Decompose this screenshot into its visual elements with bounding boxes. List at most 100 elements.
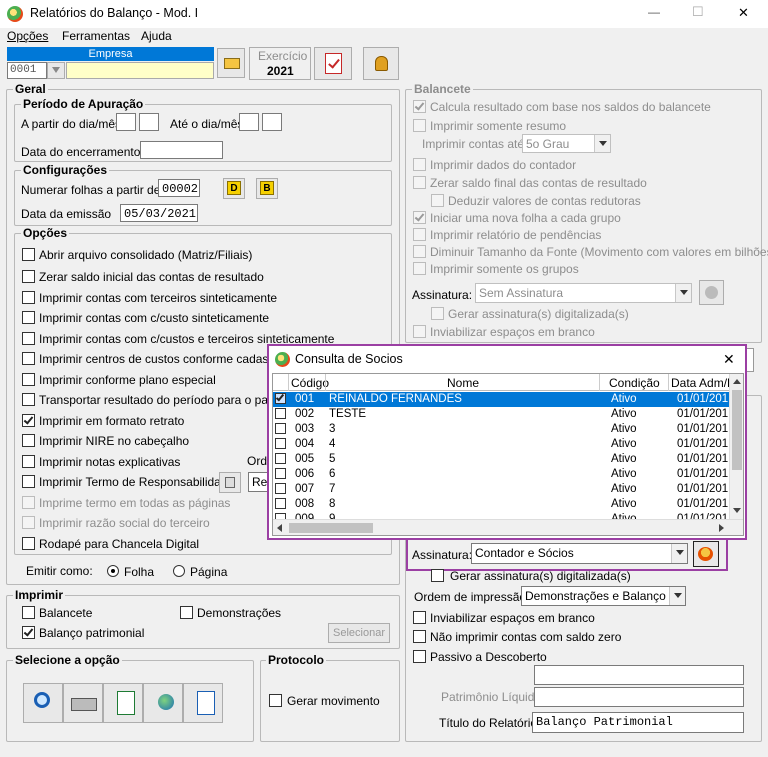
close-button[interactable]: ✕ bbox=[738, 5, 749, 21]
opcao-checkbox[interactable] bbox=[22, 248, 35, 261]
header-condicao[interactable]: Condição bbox=[609, 376, 660, 390]
row-checkbox[interactable] bbox=[275, 498, 286, 509]
periodo-to-day[interactable] bbox=[239, 113, 259, 131]
numerar-field[interactable]: 00002 bbox=[158, 179, 200, 197]
balancete-option-checkbox[interactable] bbox=[413, 211, 426, 224]
scroll-right-icon[interactable] bbox=[719, 524, 724, 532]
confirm-button[interactable] bbox=[314, 47, 352, 80]
periodo-to-month[interactable] bbox=[262, 113, 282, 131]
balanco-gerar-checkbox[interactable] bbox=[431, 569, 444, 582]
table-row[interactable]: 002 TESTE Ativo 01/01/201 bbox=[273, 407, 731, 422]
vertical-scrollbar[interactable] bbox=[729, 374, 743, 519]
opcao-checkbox[interactable] bbox=[22, 496, 35, 509]
header-nome[interactable]: Nome bbox=[447, 376, 479, 390]
opcao-checkbox[interactable] bbox=[22, 352, 35, 365]
print-button[interactable] bbox=[63, 683, 103, 723]
web-button[interactable] bbox=[143, 683, 183, 723]
row-checkbox[interactable] bbox=[275, 468, 286, 479]
menu-opcoes[interactable]: Opções bbox=[7, 29, 48, 43]
row-checkbox[interactable] bbox=[275, 423, 286, 434]
opcao-checkbox[interactable] bbox=[22, 393, 35, 406]
balancete-option-checkbox[interactable] bbox=[413, 228, 426, 241]
folha-radio[interactable] bbox=[107, 565, 119, 577]
table-row[interactable]: 001 REINALDO FERNANDES Ativo 01/01/201 bbox=[273, 392, 731, 407]
balancete-signers-button[interactable] bbox=[699, 280, 724, 305]
open-folder-button[interactable] bbox=[217, 48, 245, 78]
table-row[interactable]: 005 5 Ativo 01/01/201 bbox=[273, 452, 731, 467]
row-checkbox[interactable] bbox=[275, 453, 286, 464]
opcao-checkbox[interactable] bbox=[22, 311, 35, 324]
balancete-inviabilizar-checkbox[interactable] bbox=[413, 325, 426, 338]
periodo-from-day[interactable] bbox=[116, 113, 136, 131]
horizontal-scrollbar[interactable] bbox=[273, 519, 743, 535]
menu-ferramentas[interactable]: Ferramentas bbox=[62, 29, 130, 43]
opcao-checkbox[interactable] bbox=[22, 332, 35, 345]
opcao-checkbox[interactable] bbox=[22, 373, 35, 386]
pagina-radio[interactable] bbox=[173, 565, 185, 577]
titulo-field[interactable]: Balanço Patrimonial bbox=[532, 712, 744, 733]
passivo-checkbox[interactable] bbox=[413, 650, 426, 663]
menu-ajuda[interactable]: Ajuda bbox=[141, 29, 172, 43]
dialog-close-button[interactable]: ✕ bbox=[723, 351, 735, 368]
patrimonio-field[interactable] bbox=[534, 687, 744, 707]
excel-button[interactable] bbox=[103, 683, 143, 723]
table-row[interactable]: 004 4 Ativo 01/01/201 bbox=[273, 437, 731, 452]
table-row[interactable]: 003 3 Ativo 01/01/201 bbox=[273, 422, 731, 437]
emissao-field[interactable]: 05/03/2021 bbox=[120, 204, 198, 222]
scroll-left-icon[interactable] bbox=[277, 524, 282, 532]
maximize-button[interactable]: ☐ bbox=[692, 4, 704, 20]
opcao-checkbox[interactable] bbox=[22, 270, 35, 283]
periodo-from-month[interactable] bbox=[139, 113, 159, 131]
empresa-spin-button[interactable] bbox=[47, 62, 65, 79]
table-row[interactable]: 009 9 Ativo 01/01/201 bbox=[273, 512, 731, 519]
row-checkbox[interactable] bbox=[275, 392, 286, 404]
calcula-checkbox[interactable] bbox=[413, 100, 426, 113]
row-checkbox[interactable] bbox=[275, 408, 286, 419]
table-row[interactable]: 007 7 Ativo 01/01/201 bbox=[273, 482, 731, 497]
preview-button[interactable] bbox=[23, 683, 63, 723]
header-codigo[interactable]: Código bbox=[291, 376, 329, 390]
empresa-name-field[interactable] bbox=[66, 62, 214, 79]
balancete-option-checkbox[interactable] bbox=[413, 245, 426, 258]
contas-combo[interactable]: 5o Grau bbox=[522, 134, 611, 153]
passivo-field[interactable] bbox=[534, 665, 744, 685]
demonstracoes-checkbox[interactable] bbox=[180, 606, 193, 619]
gerar-movimento-checkbox[interactable] bbox=[269, 694, 282, 707]
hscroll-thumb[interactable] bbox=[289, 523, 373, 533]
termo-settings-button[interactable] bbox=[219, 472, 241, 493]
selecionar-button[interactable]: Selecionar bbox=[328, 623, 390, 643]
table-row[interactable]: 008 8 Ativo 01/01/201 bbox=[273, 497, 731, 512]
balancete-option-checkbox[interactable] bbox=[413, 176, 426, 189]
table-row[interactable]: 006 6 Ativo 01/01/201 bbox=[273, 467, 731, 482]
balancete-checkbox[interactable] bbox=[22, 606, 35, 619]
closing-date-field[interactable] bbox=[140, 141, 223, 159]
balanco-signers-button[interactable] bbox=[693, 541, 719, 567]
scroll-thumb[interactable] bbox=[732, 390, 742, 470]
minimize-button[interactable]: — bbox=[648, 5, 660, 19]
empresa-code-field[interactable]: 0001 bbox=[7, 62, 47, 79]
opcao-checkbox[interactable] bbox=[22, 414, 35, 427]
balance-button[interactable]: B bbox=[256, 178, 278, 199]
balanco-checkbox[interactable] bbox=[22, 626, 35, 639]
balanco-inviabilizar-checkbox[interactable] bbox=[413, 611, 426, 624]
balancete-gerar-checkbox[interactable] bbox=[431, 307, 444, 320]
scroll-up-icon[interactable] bbox=[733, 379, 741, 384]
opcao-checkbox[interactable] bbox=[22, 537, 35, 550]
balancete-option-checkbox[interactable] bbox=[413, 262, 426, 275]
balancete-option-checkbox[interactable] bbox=[431, 194, 444, 207]
header-data[interactable]: Data Adm/D bbox=[671, 376, 736, 390]
opcao-checkbox[interactable] bbox=[22, 516, 35, 529]
balancete-assinatura-combo[interactable]: Sem Assinatura bbox=[475, 283, 692, 303]
text-file-button[interactable] bbox=[183, 683, 223, 723]
opcao-checkbox[interactable] bbox=[22, 291, 35, 304]
stamp-button[interactable] bbox=[363, 47, 399, 80]
scroll-down-icon[interactable] bbox=[733, 508, 741, 513]
opcao-checkbox[interactable] bbox=[22, 455, 35, 468]
debit-button[interactable]: D bbox=[223, 178, 245, 199]
balanco-assinatura-combo[interactable]: Contador e Sócios bbox=[471, 543, 688, 564]
opcao-checkbox[interactable] bbox=[22, 475, 35, 488]
opcao-checkbox[interactable] bbox=[22, 434, 35, 447]
balancete-option-checkbox[interactable] bbox=[413, 158, 426, 171]
row-checkbox[interactable] bbox=[275, 438, 286, 449]
ordem-impressao-combo[interactable]: Demonstrações e Balanço bbox=[521, 586, 686, 606]
